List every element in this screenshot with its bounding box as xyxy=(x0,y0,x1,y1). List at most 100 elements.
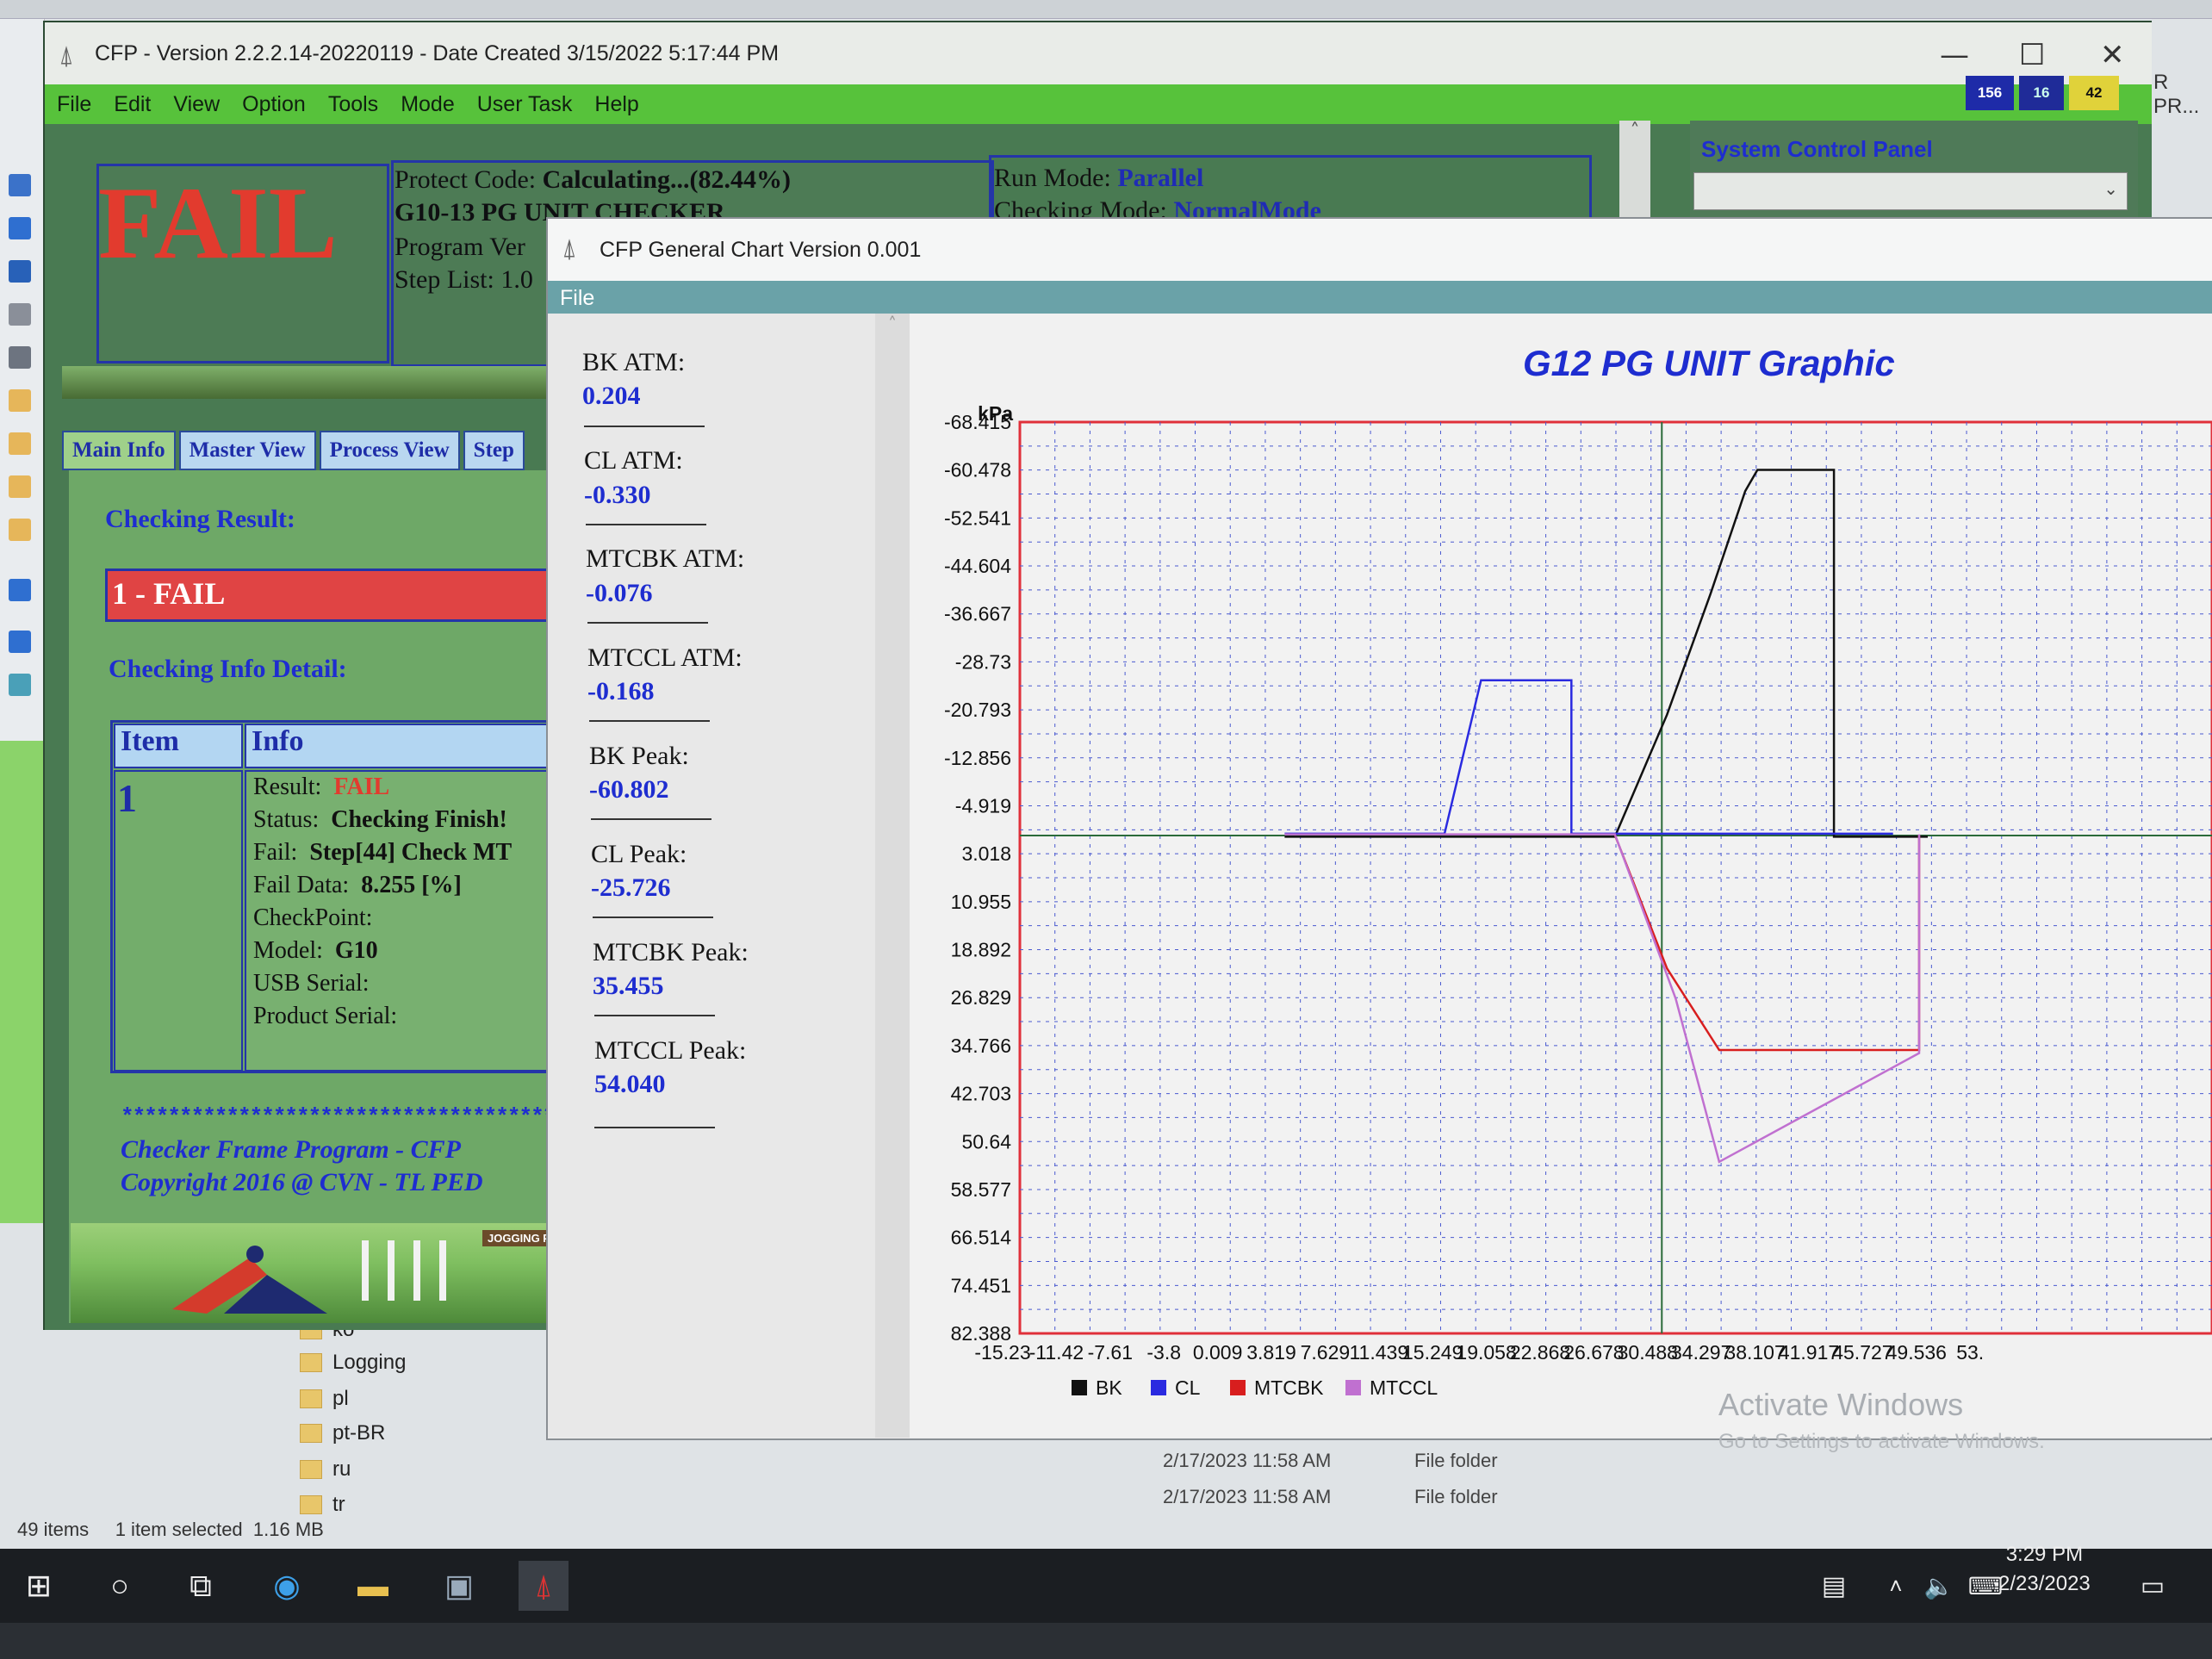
folder-icon[interactable] xyxy=(9,389,31,412)
task-view-icon[interactable]: ⧉ xyxy=(176,1561,226,1611)
pc-icon[interactable] xyxy=(9,631,31,653)
menu-option[interactable]: Option xyxy=(242,92,306,117)
menu-mode[interactable]: Mode xyxy=(401,92,455,117)
edge-browser-icon[interactable]: ◉ xyxy=(262,1561,312,1611)
maximize-button[interactable]: ☐ xyxy=(2019,38,2045,72)
stats-scrollbar[interactable]: ˄ xyxy=(875,314,910,1438)
menu-bar: File Edit View Option Tools Mode User Ta… xyxy=(45,84,2152,124)
partial-label: R PR... xyxy=(2153,71,2200,118)
close-button[interactable]: ✕ xyxy=(2100,38,2125,72)
cfp-logo-icon: ⍋ xyxy=(59,41,74,70)
folder-icon[interactable] xyxy=(9,519,31,541)
stat-value: 0.204 xyxy=(582,382,641,410)
folder-icon[interactable] xyxy=(9,432,31,455)
y-tick-label: 66.514 xyxy=(951,1227,1012,1249)
folder-item[interactable]: pl xyxy=(300,1387,349,1411)
tab-step[interactable]: Step xyxy=(463,431,525,470)
protect-code: Protect Code: Calculating...(82.44%) xyxy=(395,165,791,194)
y-tick-label: -44.604 xyxy=(944,555,1011,577)
y-tick-label: -12.856 xyxy=(944,747,1011,769)
checking-result-label: Checking Result: xyxy=(105,505,295,533)
folder-icon[interactable] xyxy=(9,475,31,498)
tab-master-view[interactable]: Master View xyxy=(178,431,316,470)
legend-swatch-cl xyxy=(1151,1380,1166,1395)
x-tick-label: 3.819 xyxy=(1246,1341,1296,1364)
speaker-icon[interactable]: 🔈 xyxy=(1914,1561,1964,1611)
y-tick-label: -20.793 xyxy=(944,699,1011,721)
chart-window-title: CFP General Chart Version 0.001 xyxy=(600,238,922,262)
menu-view[interactable]: View xyxy=(173,92,220,117)
stat-label: BK ATM: xyxy=(582,348,686,376)
cfp-taskbar-icon[interactable]: ⍋ xyxy=(519,1561,569,1611)
keyboard-layout-icon[interactable]: ▤ xyxy=(1809,1561,1859,1611)
file-explorer-icon[interactable]: ▬ xyxy=(348,1561,398,1611)
document-icon[interactable] xyxy=(9,303,31,326)
windows-start-icon[interactable]: ⊞ xyxy=(14,1561,64,1611)
legend-swatch-mtccl xyxy=(1345,1380,1361,1395)
x-tick-label: 7.629 xyxy=(1301,1341,1351,1364)
desktop-icon[interactable] xyxy=(9,217,31,239)
menu-help[interactable]: Help xyxy=(594,92,638,117)
x-tick-label: -15.23 xyxy=(974,1341,1030,1364)
clock-time: 3:29 PM xyxy=(2005,1543,2084,1566)
minimize-button[interactable]: — xyxy=(1940,38,1969,72)
chart-window-title-bar[interactable]: ⍋ CFP General Chart Version 0.001 xyxy=(548,219,2212,281)
download-icon[interactable] xyxy=(9,260,31,283)
folder-item[interactable]: tr xyxy=(300,1493,345,1517)
folder-icon xyxy=(300,1460,322,1479)
x-tick-label: 11.439 xyxy=(1349,1341,1408,1364)
x-tick-label: -7.61 xyxy=(1088,1341,1133,1364)
tab-main-info[interactable]: Main Info xyxy=(62,431,176,470)
x-tick-label: 22.868 xyxy=(1510,1341,1570,1364)
fence-post xyxy=(362,1240,369,1301)
x-tick-label: 0.009 xyxy=(1193,1341,1243,1364)
taskbar-clock[interactable]: 3:29 PM 2/23/2023 xyxy=(1998,1540,2091,1599)
y-tick-label: 26.829 xyxy=(951,986,1011,1009)
stat-value: -60.802 xyxy=(589,775,669,804)
indicator-badge: 16 xyxy=(2019,76,2064,110)
menu-edit[interactable]: Edit xyxy=(114,92,151,117)
fence-post xyxy=(388,1240,395,1301)
table-row: Fail Data: 8.255 [%] xyxy=(253,872,462,898)
camera-app-icon[interactable]: ▣ xyxy=(434,1561,484,1611)
cfp-title-bar[interactable]: ⍋ CFP - Version 2.2.2.14-20220119 - Date… xyxy=(45,22,2152,84)
stat-value: -0.330 xyxy=(584,481,651,509)
menu-tools[interactable]: Tools xyxy=(328,92,378,117)
notification-icon[interactable]: ▭ xyxy=(2128,1561,2178,1611)
menu-user-task[interactable]: User Task xyxy=(477,92,573,117)
cloud-icon[interactable] xyxy=(9,579,31,601)
legend-swatch-bk xyxy=(1072,1380,1087,1395)
star-icon[interactable] xyxy=(9,174,31,196)
stat-value: 35.455 xyxy=(593,972,664,1000)
scroll-up-icon[interactable]: ˄ xyxy=(875,314,910,334)
tab-process-view[interactable]: Process View xyxy=(319,431,460,470)
stat-label: CL ATM: xyxy=(584,446,683,475)
folder-icon xyxy=(300,1495,322,1514)
legend-label-mtcbk: MTCBK xyxy=(1254,1376,1324,1399)
chart-menu-file[interactable]: File xyxy=(560,286,594,311)
clock-date: 2/23/2023 xyxy=(1998,1572,2091,1595)
stat-divider xyxy=(589,720,710,722)
picture-icon[interactable] xyxy=(9,346,31,369)
x-tick-label: 26.678 xyxy=(1563,1341,1624,1364)
y-tick-label: 42.703 xyxy=(951,1083,1011,1105)
x-tick-label: 19.058 xyxy=(1456,1341,1516,1364)
folder-item[interactable]: Logging xyxy=(300,1351,406,1375)
step-list: Step List: 1.0 xyxy=(395,265,533,294)
indicator-badge: 42 xyxy=(2069,76,2119,110)
folder-item[interactable]: pt-BR xyxy=(300,1421,385,1445)
y-tick-label: 3.018 xyxy=(961,842,1011,865)
legend-swatch-mtcbk xyxy=(1230,1380,1246,1395)
scroll-up-icon[interactable]: ˄ xyxy=(1619,121,1650,142)
explorer-status-bar: 49 items 1 item selected 1.16 MB xyxy=(17,1519,324,1540)
folder-item[interactable]: ru xyxy=(300,1457,351,1482)
system-control-dropdown[interactable]: ⌄ xyxy=(1693,172,2128,210)
line-chart: -68.415-60.478-52.541-44.604-36.667-28.7… xyxy=(944,402,2212,1399)
search-icon[interactable]: ○ xyxy=(95,1561,145,1611)
x-tick-label: -3.8 xyxy=(1146,1341,1181,1364)
stat-value: 54.040 xyxy=(594,1070,666,1098)
main-tabs: Main Info Master View Process View Step xyxy=(62,431,562,470)
x-tick-label: 15.249 xyxy=(1402,1341,1463,1364)
menu-file[interactable]: File xyxy=(57,92,91,117)
cube-icon[interactable] xyxy=(9,674,31,696)
